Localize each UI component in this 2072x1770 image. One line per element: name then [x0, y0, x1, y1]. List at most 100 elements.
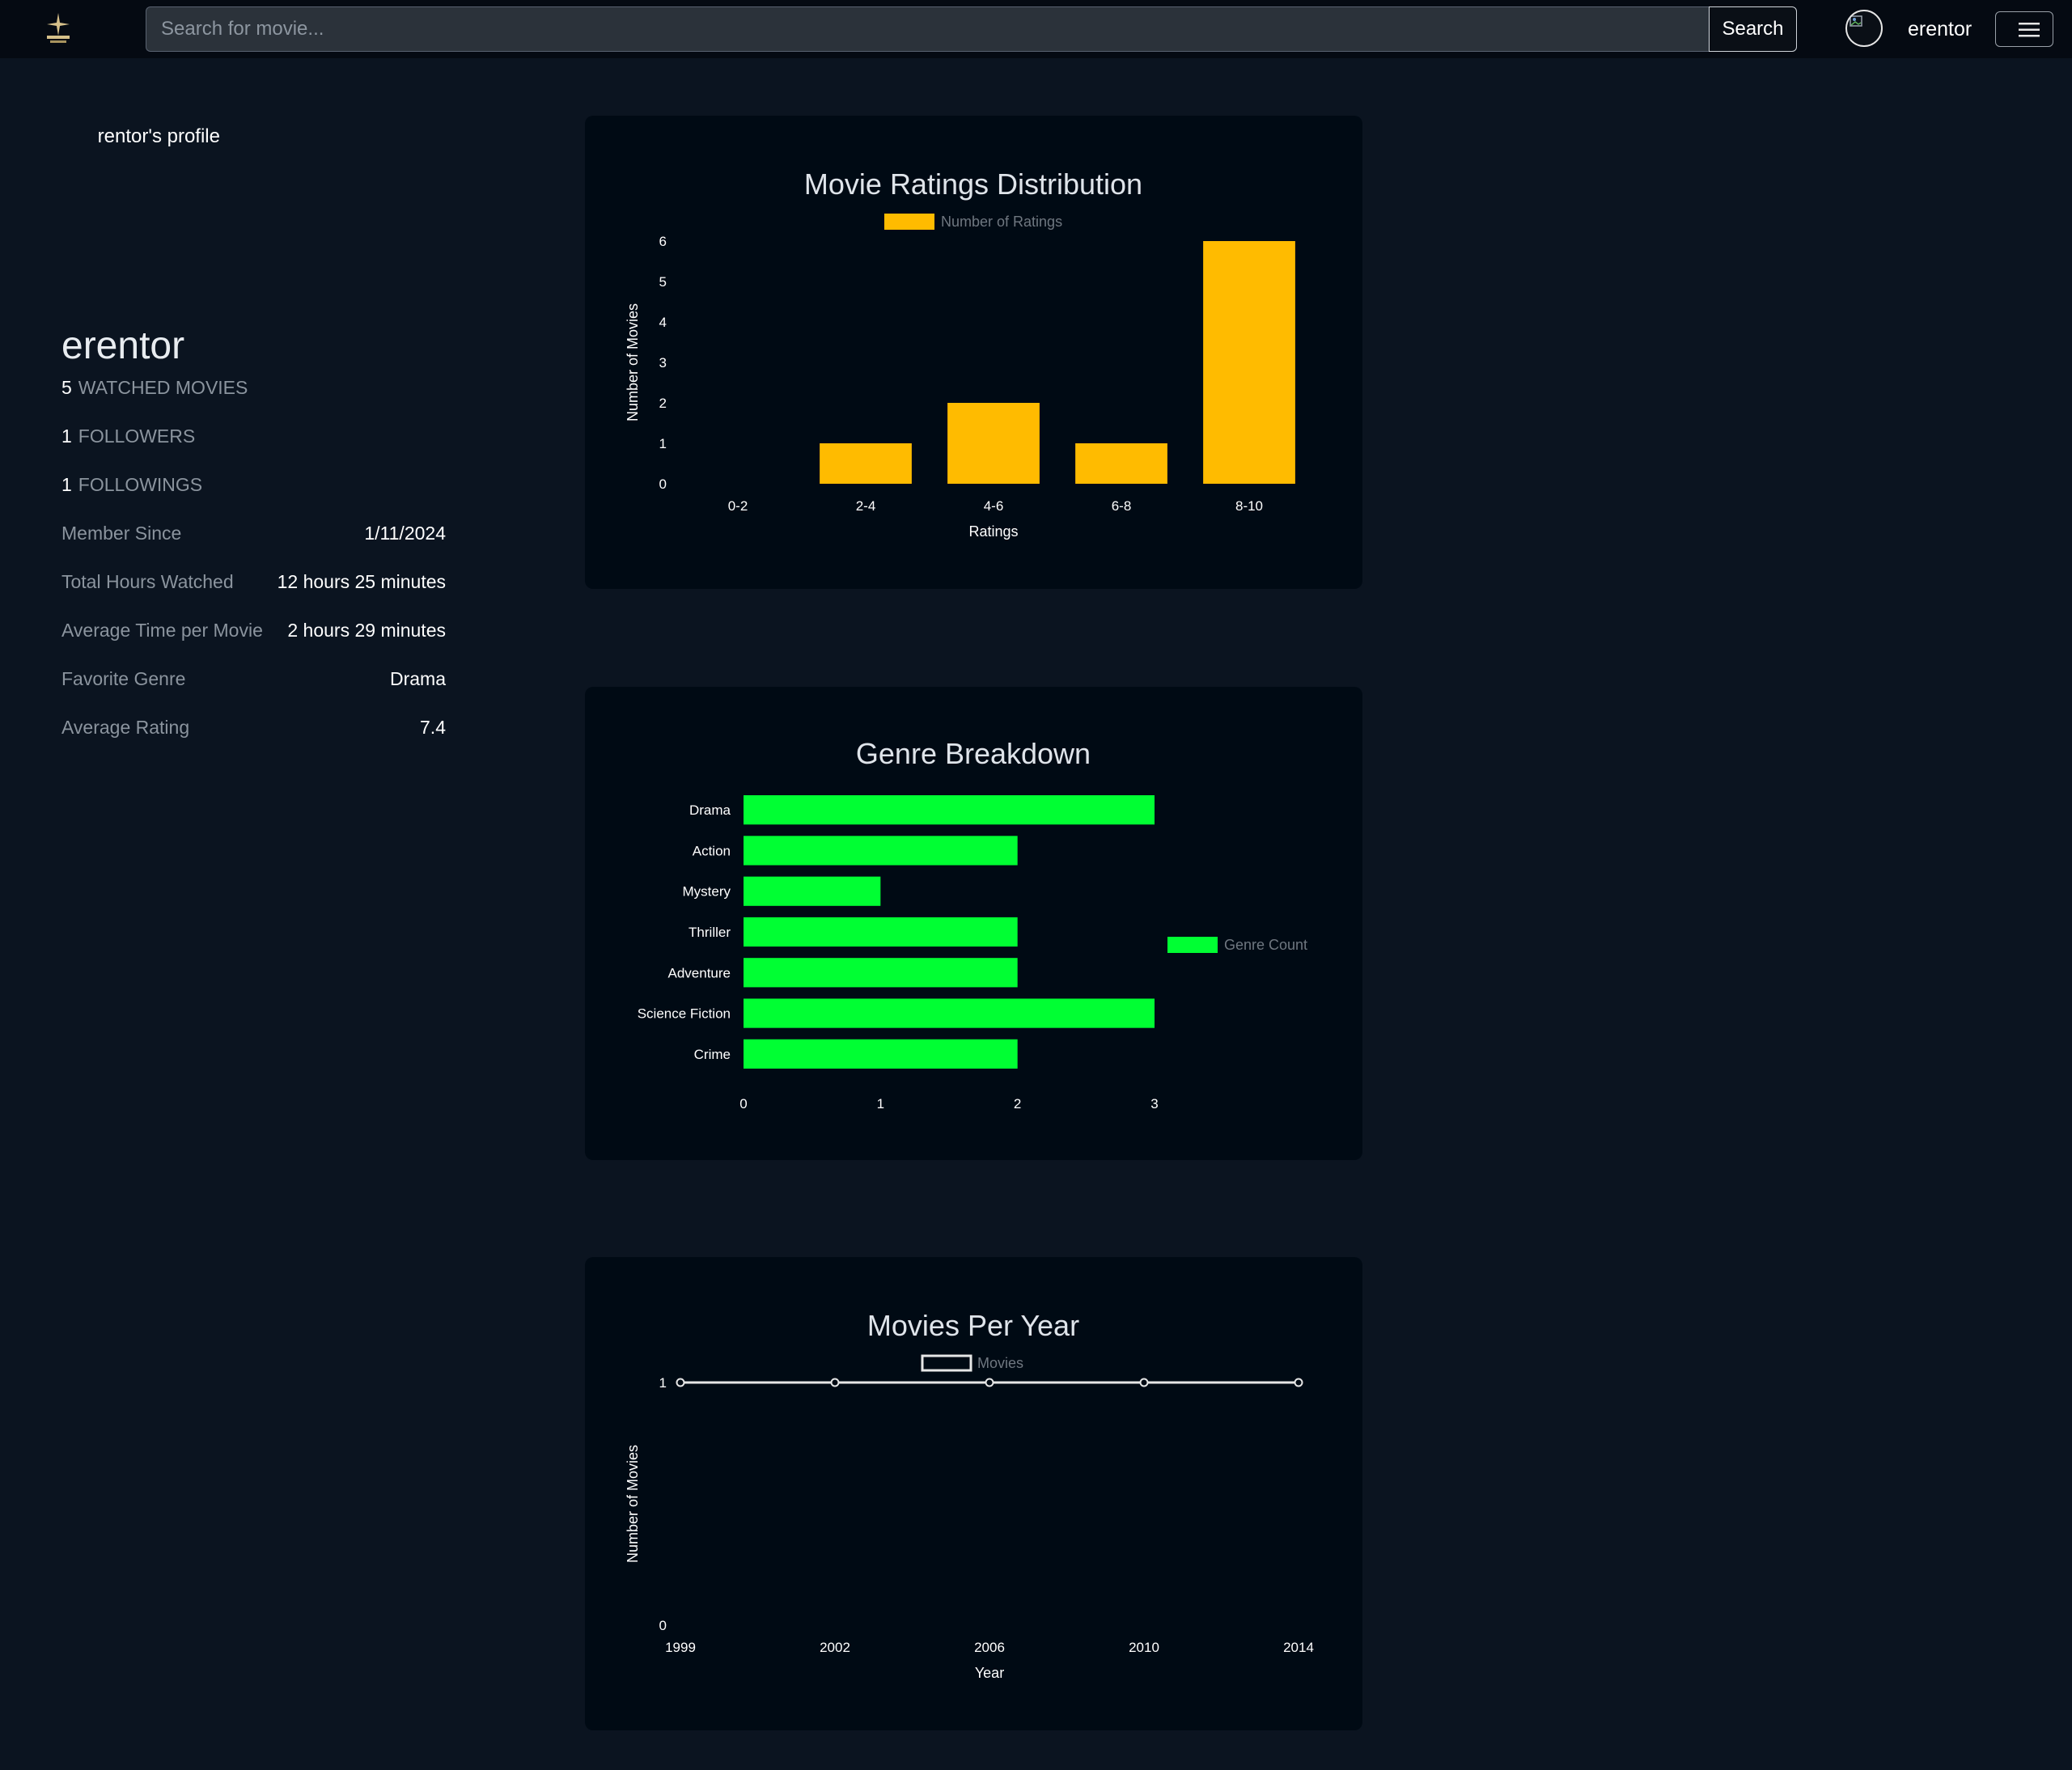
bar: [744, 998, 1155, 1028]
info-value: 12 hours 25 minutes: [277, 571, 446, 592]
legend-label: Number of Ratings: [941, 214, 1062, 230]
watched-count: 5: [61, 377, 72, 398]
info-label: Favorite Genre: [61, 668, 186, 689]
y-axis-label: Number of Movies: [625, 303, 641, 421]
broken-image-icon: [1850, 15, 1862, 27]
info-row-total-hours: Total Hours Watched 12 hours 25 minutes: [61, 571, 446, 593]
y-tick-label: 4: [659, 315, 667, 330]
data-point: [985, 1378, 994, 1387]
y-tick-label: 1: [659, 1375, 667, 1391]
y-tick-label: 6: [659, 234, 667, 249]
search-input[interactable]: [146, 6, 1709, 52]
chart-title: Movie Ratings Distribution: [804, 167, 1142, 201]
x-tick-label: 3: [1150, 1096, 1158, 1112]
x-tick-label: 0-2: [728, 498, 748, 514]
info-label: Member Since: [61, 523, 182, 544]
profile-image: erentor's profile: [99, 125, 220, 147]
genre-breakdown-chart: Genre Breakdown Drama Action Mystery Thrille…: [638, 737, 1307, 1112]
followings-count: 1: [61, 474, 72, 495]
y-tick-label: 2: [659, 396, 667, 411]
x-axis-label: Year: [975, 1665, 1004, 1681]
genre-chart-card: Genre Breakdown Drama Action Mystery Thrille…: [585, 687, 1362, 1160]
ratings-chart-card: Movie Ratings Distribution Number of Rati…: [585, 116, 1362, 589]
bar: [947, 403, 1040, 484]
y-tick-label: Crime: [694, 1047, 731, 1062]
followings-label: FOLLOWINGS: [78, 474, 203, 495]
movies-per-year-chart: Movies Per Year Movies 0 1 Number of Movies 1…: [625, 1309, 1314, 1681]
y-tick-label: Science Fiction: [638, 1006, 731, 1022]
legend-label: Movies: [977, 1355, 1023, 1371]
info-value: 2 hours 29 minutes: [287, 620, 446, 641]
followings-stat[interactable]: 1 FOLLOWINGS: [61, 474, 202, 496]
y-tick-label: Mystery: [683, 884, 731, 900]
info-value: 1/11/2024: [364, 523, 446, 544]
followers-count: 1: [61, 426, 72, 447]
data-point: [830, 1378, 840, 1387]
info-label: Average Time per Movie: [61, 620, 263, 641]
info-value: 7.4: [420, 717, 446, 738]
followers-stat[interactable]: 1 FOLLOWERS: [61, 426, 195, 447]
info-label: Average Rating: [61, 717, 190, 738]
year-chart-card: Movies Per Year Movies 0 1 Number of Movies 1…: [585, 1257, 1362, 1730]
y-tick-label: Thriller: [689, 925, 731, 940]
x-tick-label: 2006: [974, 1640, 1005, 1655]
x-tick-label: 0: [739, 1096, 747, 1112]
profile-name: erentor: [61, 324, 185, 367]
info-value: Drama: [389, 668, 446, 689]
chart-title: Movies Per Year: [867, 1309, 1079, 1342]
info-row-member-since: Member Since 1/11/2024: [61, 523, 446, 544]
nav-username[interactable]: erentor: [1908, 18, 1972, 41]
y-tick-label: 5: [659, 274, 667, 290]
avatar[interactable]: [1845, 10, 1883, 47]
followers-label: FOLLOWERS: [78, 426, 196, 447]
watched-label: WATCHED MOVIES: [78, 377, 248, 398]
bar: [744, 958, 1018, 988]
data-point: [1294, 1378, 1303, 1387]
x-tick-label: 1: [877, 1096, 884, 1112]
x-tick-label: 8-10: [1235, 498, 1263, 514]
info-row-favorite-genre: Favorite Genre Drama: [61, 668, 446, 690]
menu-button[interactable]: [1995, 11, 2053, 47]
y-tick-label: Drama: [689, 802, 731, 818]
x-tick-label: 2010: [1129, 1640, 1159, 1655]
ratings-distribution-chart: Movie Ratings Distribution Number of Rati…: [625, 167, 1295, 540]
bar: [744, 1039, 1018, 1069]
x-tick-label: 2-4: [856, 498, 876, 514]
bar: [820, 443, 912, 484]
info-row-average-time: Average Time per Movie 2 hours 29 minute…: [61, 620, 446, 642]
legend-label: Genre Count: [1224, 937, 1307, 953]
legend-swatch: [1167, 937, 1218, 953]
watched-movies-stat[interactable]: 5 WATCHED MOVIES: [61, 377, 248, 399]
x-tick-label: 2014: [1283, 1640, 1314, 1655]
bar: [744, 876, 881, 906]
y-tick-label: 0: [659, 476, 667, 492]
bar: [1075, 443, 1167, 484]
y-tick-label: 3: [659, 355, 667, 371]
y-axis-label: Number of Movies: [625, 1445, 641, 1563]
bar: [744, 836, 1018, 866]
bar: [1203, 241, 1295, 484]
data-point: [676, 1378, 685, 1387]
x-tick-label: 2: [1014, 1096, 1021, 1112]
y-tick-label: 0: [659, 1618, 667, 1633]
bar: [744, 917, 1018, 947]
cinematch-logo[interactable]: [40, 11, 76, 47]
info-row-average-rating: Average Rating 7.4: [61, 717, 446, 739]
legend-swatch: [921, 1354, 972, 1372]
data-point: [1139, 1378, 1149, 1387]
x-tick-label: 1999: [665, 1640, 696, 1655]
navbar: Search erentor: [0, 0, 2072, 58]
legend-swatch: [884, 214, 934, 230]
y-tick-label: Adventure: [668, 965, 731, 980]
bar: [744, 795, 1155, 825]
y-tick-label: 1: [659, 436, 667, 451]
hamburger-icon: [2019, 23, 2040, 37]
x-tick-label: 6-8: [1112, 498, 1132, 514]
x-tick-label: 4-6: [984, 498, 1004, 514]
search-button[interactable]: Search: [1709, 6, 1797, 52]
x-axis-label: Ratings: [968, 523, 1018, 540]
chart-title: Genre Breakdown: [856, 737, 1091, 770]
info-label: Total Hours Watched: [61, 571, 234, 592]
x-tick-label: 2002: [820, 1640, 850, 1655]
y-tick-label: Action: [693, 843, 731, 858]
